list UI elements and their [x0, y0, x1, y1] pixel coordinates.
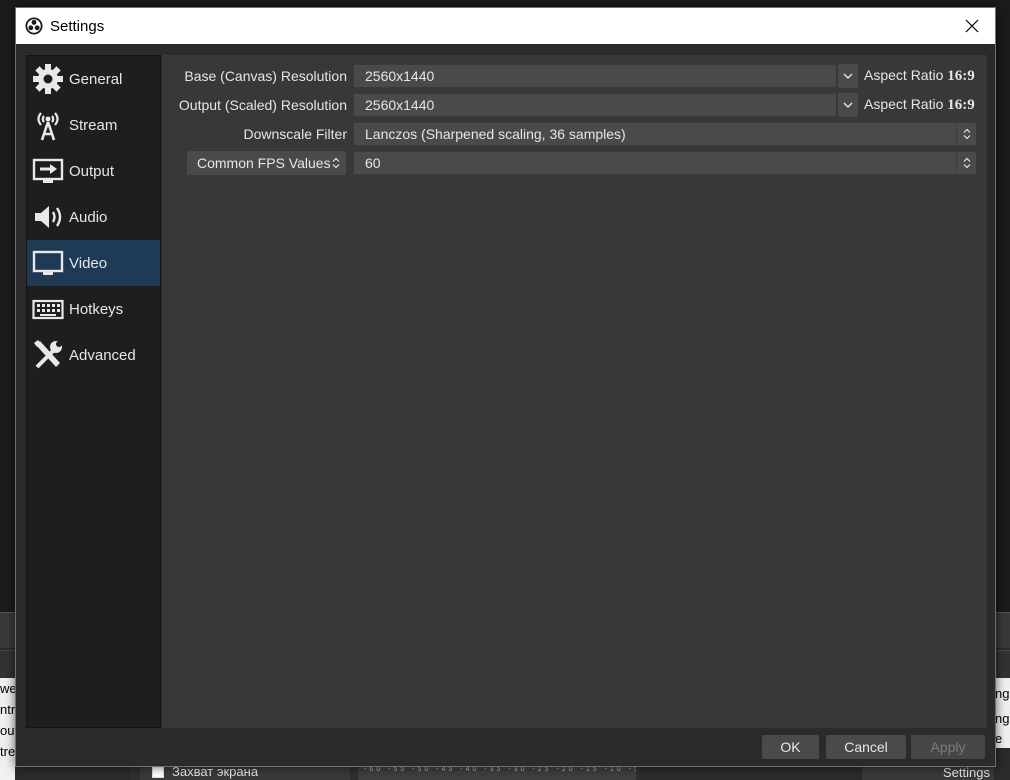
fps-value-select[interactable]: 60: [353, 151, 977, 175]
settings-dialog: Settings General Stream Output Audio Vid…: [15, 7, 996, 767]
cancel-button[interactable]: Cancel: [826, 735, 906, 759]
obs-logo-icon: [25, 17, 43, 35]
chevron-down-icon: [843, 73, 853, 79]
fps-value: 60: [365, 155, 381, 171]
left-panel-text: we: [0, 681, 15, 696]
video-settings-panel: Base (Canvas) Resolution 2560x1440 Aspec…: [162, 55, 987, 728]
sidebar-item-hotkeys[interactable]: Hotkeys: [27, 286, 160, 332]
antenna-icon: [31, 108, 65, 142]
updown-chevron-icon: [326, 151, 346, 175]
downscale-filter-label: Downscale Filter: [243, 126, 347, 142]
ok-button[interactable]: OK: [762, 735, 819, 759]
output-resolution-dropdown-button[interactable]: [838, 93, 858, 117]
left-panel-text: out: [0, 723, 15, 738]
sidebar-item-stream[interactable]: Stream: [27, 102, 160, 148]
fps-type-value: Common FPS Values: [197, 155, 331, 171]
sidebar-item-label: Stream: [69, 116, 118, 134]
downscale-filter-value: Lanczos (Sharpened scaling, 36 samples): [365, 126, 626, 142]
gear-icon: [31, 62, 65, 96]
sidebar-item-label: Output: [69, 162, 115, 180]
left-panel-text: ntr: [0, 702, 15, 717]
base-aspect-ratio: Aspect Ratio 16:9: [864, 67, 975, 85]
settings-sidebar: General Stream Output Audio Video Hotkey…: [26, 55, 161, 728]
updown-chevron-icon: [956, 123, 976, 145]
source-visibility-checkbox[interactable]: [152, 765, 164, 778]
aspect-ratio-label: Aspect Ratio: [864, 67, 944, 83]
sidebar-item-audio[interactable]: Audio: [27, 194, 160, 240]
right-panel-text: ng: [995, 711, 1010, 726]
sidebar-item-video[interactable]: Video: [27, 240, 160, 286]
apply-button[interactable]: Apply: [911, 735, 985, 759]
chevron-down-icon: [843, 102, 853, 108]
sidebar-item-label: Video: [69, 254, 108, 272]
sidebar-item-label: General: [69, 70, 123, 88]
right-panel-text: e: [995, 731, 1003, 746]
main-window-left-panel: we ntr out tre: [0, 678, 15, 780]
output-resolution-value: 2560x1440: [365, 97, 435, 113]
base-resolution-input[interactable]: 2560x1440: [353, 64, 837, 88]
output-resolution-label: Output (Scaled) Resolution: [178, 97, 347, 113]
updown-chevron-icon: [956, 152, 976, 174]
aspect-ratio-value: 16:9: [947, 68, 975, 84]
aspect-ratio-value: 16:9: [947, 97, 975, 113]
window-title: Settings: [50, 17, 105, 35]
close-button[interactable]: [949, 8, 995, 44]
output-aspect-ratio: Aspect Ratio 16:9: [864, 96, 975, 114]
sidebar-item-label: Hotkeys: [69, 300, 124, 318]
base-resolution-row: Base (Canvas) Resolution 2560x1440 Aspec…: [162, 64, 987, 88]
output-icon: [31, 154, 65, 188]
base-resolution-dropdown-button[interactable]: [838, 64, 858, 88]
sidebar-item-general[interactable]: General: [27, 56, 160, 102]
downscale-filter-select[interactable]: Lanczos (Sharpened scaling, 36 samples): [353, 122, 977, 146]
title-bar: Settings: [16, 8, 995, 44]
left-panel-text: tre: [0, 744, 15, 759]
right-panel-text: ng: [995, 686, 1010, 701]
sidebar-item-output[interactable]: Output: [27, 148, 160, 194]
close-icon: [965, 19, 979, 33]
monitor-icon: [31, 246, 65, 280]
fps-type-select[interactable]: Common FPS Values: [187, 151, 346, 175]
sidebar-item-label: Audio: [69, 208, 108, 226]
tools-icon: [31, 338, 65, 372]
fps-row: Common FPS Values 60: [162, 151, 987, 175]
output-resolution-row: Output (Scaled) Resolution 2560x1440 Asp…: [162, 93, 987, 117]
base-resolution-label: Base (Canvas) Resolution: [184, 68, 347, 84]
keyboard-icon: [31, 292, 65, 326]
base-resolution-value: 2560x1440: [365, 68, 435, 84]
downscale-filter-row: Downscale Filter Lanczos (Sharpened scal…: [162, 122, 987, 146]
main-window-right-panel: ng ng e: [995, 678, 1010, 748]
sidebar-item-label: Advanced: [69, 346, 136, 364]
output-resolution-input[interactable]: 2560x1440: [353, 93, 837, 117]
aspect-ratio-label: Aspect Ratio: [864, 96, 944, 112]
sidebar-item-advanced[interactable]: Advanced: [27, 332, 160, 378]
speaker-icon: [31, 200, 65, 234]
